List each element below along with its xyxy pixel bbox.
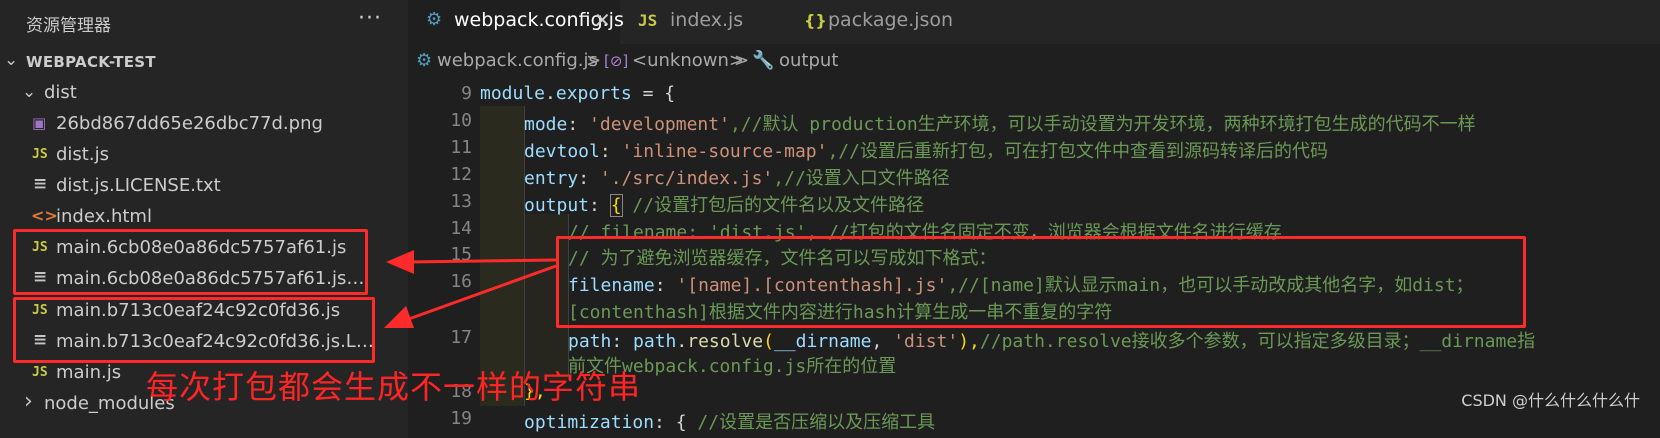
annotation-arrow: [405, 264, 557, 322]
annotation-arrow: [407, 258, 557, 264]
watermark: CSDN @什么什么什么什: [1461, 391, 1640, 410]
arrow-head: [386, 250, 414, 274]
arrow-head: [384, 306, 414, 328]
annotation-text: 每次打包都会生成不一样的字符串: [146, 368, 642, 406]
